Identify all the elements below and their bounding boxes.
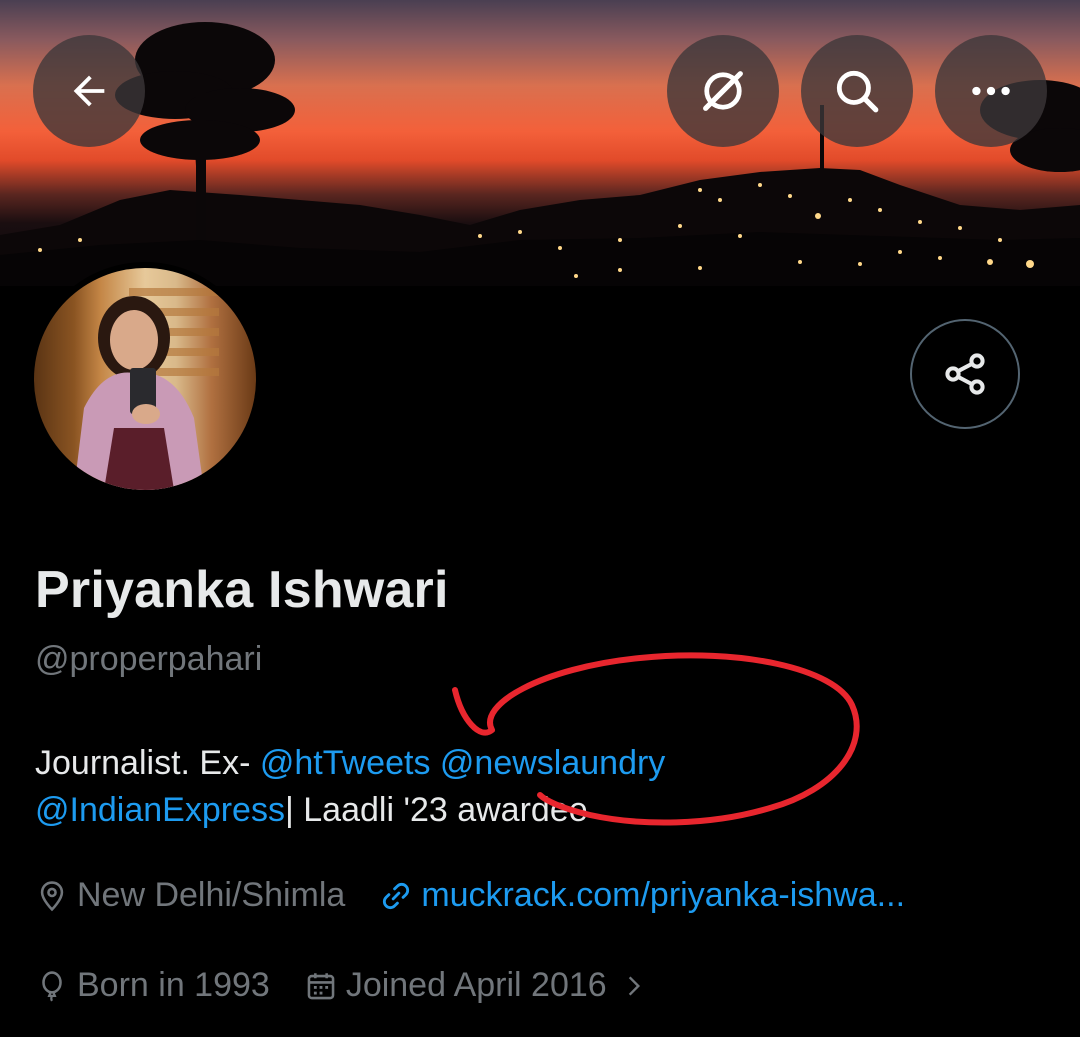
bio-suffix: | Laadli '23 awardee	[284, 791, 588, 829]
more-horizontal-icon	[972, 86, 1010, 96]
banner-landscape-image	[0, 22, 1080, 286]
website-item[interactable]: muckrack.com/priyanka-ishwa...	[379, 876, 905, 915]
link-icon	[383, 882, 410, 909]
location-pin-icon	[40, 880, 64, 911]
chevron-right-icon[interactable]	[621, 973, 655, 999]
profile-handle: @properpahari	[35, 640, 263, 678]
profile-meta-row-2: Born in 1993 Joined April 2016	[35, 966, 689, 1005]
profile-meta-row: New Delhi/Shimla muckrack.com/priyanka-i…	[35, 876, 939, 915]
more-options-button[interactable]	[935, 35, 1047, 147]
profile-name: Priyanka Ishwari	[35, 561, 449, 619]
arrow-left-icon	[73, 75, 105, 107]
birth-text: Born in 1993	[77, 966, 270, 1004]
search-button[interactable]	[801, 35, 913, 147]
back-button[interactable]	[33, 35, 145, 147]
grok-button[interactable]	[667, 35, 779, 147]
website-link[interactable]: muckrack.com/priyanka-ishwa...	[421, 876, 905, 915]
mention-newslaundry[interactable]: @newslaundry	[440, 744, 665, 782]
profile-banner[interactable]	[0, 0, 1080, 286]
share-icon	[945, 353, 985, 395]
joined-item[interactable]: Joined April 2016	[304, 966, 655, 1005]
avatar[interactable]	[28, 262, 262, 496]
profile-bio: Journalist. Ex- @htTweets @newslaundry @I…	[35, 740, 1035, 834]
joined-text: Joined April 2016	[345, 966, 607, 1004]
grok-slash-circle-icon	[703, 71, 743, 111]
avatar-photo	[34, 268, 256, 490]
search-icon	[836, 70, 879, 113]
birth-item: Born in 1993	[35, 966, 270, 1005]
mention-indianexpress[interactable]: @IndianExpress	[35, 791, 285, 829]
bio-prefix: Journalist. Ex-	[35, 744, 260, 782]
share-profile-button[interactable]	[910, 319, 1020, 429]
location-text: New Delhi/Shimla	[77, 876, 346, 914]
location-item: New Delhi/Shimla	[35, 876, 345, 915]
mention-httweets[interactable]: @htTweets	[260, 744, 431, 782]
calendar-icon	[307, 972, 335, 999]
balloon-icon	[42, 970, 62, 1002]
